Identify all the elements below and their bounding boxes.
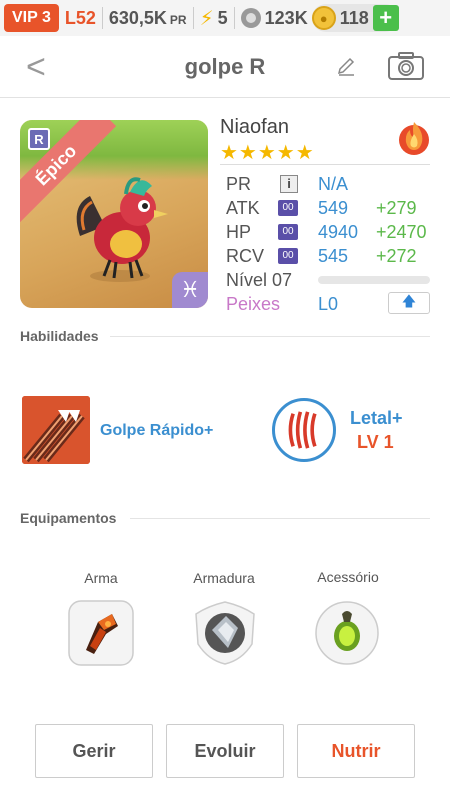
page-header: < golpe R	[0, 36, 450, 98]
info-icon[interactable]: i	[280, 175, 298, 193]
divider	[101, 7, 103, 29]
feed-button[interactable]: Nutrir	[297, 724, 415, 778]
stat-label: HP	[226, 221, 252, 242]
fire-element-icon	[399, 122, 429, 155]
coin-icon: ●	[311, 6, 336, 30]
passive-skill-name[interactable]: Letal+	[350, 408, 403, 429]
page-title: golpe R	[184, 53, 266, 79]
camera-icon[interactable]	[388, 52, 424, 80]
manage-button[interactable]: Gerir	[35, 724, 153, 778]
section-divider	[110, 336, 430, 337]
power-value: 630,5K PR	[109, 8, 187, 29]
stat-value: N/A	[318, 173, 349, 194]
lethal-claw-skill-icon[interactable]	[272, 398, 336, 462]
power-number: 630,5K	[108, 7, 167, 28]
food-icon	[240, 8, 261, 28]
stat-bonus: +272	[376, 245, 417, 266]
stat-label: ATK	[226, 197, 260, 218]
equipment-section-label: Equipamentos	[20, 510, 117, 526]
edit-icon[interactable]	[336, 56, 356, 76]
stat-grade-chip: 00	[278, 224, 298, 240]
status-bar: VIP 3 L52 630,5K PR ⚡ 5 123K ● 118 +	[0, 0, 450, 36]
stat-bonus: +2470	[376, 221, 427, 242]
evolve-button[interactable]: Evoluir	[166, 724, 284, 778]
divider	[233, 7, 235, 29]
armor-label: Armadura	[193, 570, 255, 586]
stat-row-fish: Peixes L0 🡅	[226, 292, 436, 316]
section-divider	[130, 518, 430, 519]
name-divider	[220, 164, 430, 165]
pisces-sign-icon: ♓	[172, 272, 208, 308]
level-label: Nível 07	[226, 269, 293, 290]
gold-counter: ● 118 +	[311, 4, 399, 32]
player-level: L52	[64, 7, 96, 28]
fish-value: L0	[318, 293, 339, 314]
skills-section-label: Habilidades	[20, 328, 99, 344]
stat-value: 545	[318, 245, 349, 266]
fish-label: Peixes	[226, 293, 281, 314]
stat-label: PR	[226, 173, 252, 194]
quick-strike-skill-icon[interactable]	[22, 396, 90, 464]
star-rating: ★★★★★	[220, 142, 315, 164]
add-gold-button[interactable]: +	[372, 5, 399, 31]
accessory-label: Acessório	[317, 569, 379, 585]
stat-grade-chip: 00	[278, 200, 298, 216]
active-skill-name[interactable]: Golpe Rápido+	[100, 422, 213, 440]
stat-grade-chip: 00	[278, 248, 298, 264]
level-progress-bar	[318, 276, 430, 284]
divider	[192, 7, 194, 29]
armor-slot-icon[interactable]	[192, 600, 258, 666]
rank-r-icon: R	[28, 128, 50, 150]
stat-label: RCV	[226, 245, 265, 266]
passive-skill-level: LV 1	[357, 432, 394, 452]
back-icon[interactable]: <	[26, 48, 46, 87]
food-value: 123K	[264, 7, 308, 28]
pet-portrait[interactable]: Épico R ♓	[20, 120, 208, 308]
stat-value: 549	[318, 197, 349, 218]
pet-name: Niaofan	[220, 116, 289, 138]
energy-icon: ⚡	[199, 7, 214, 30]
weapon-label: Arma	[84, 570, 118, 586]
power-unit: PR	[169, 12, 187, 27]
fish-upgrade-button[interactable]: 🡅	[388, 292, 430, 314]
stat-value: 4940	[318, 221, 359, 242]
weapon-slot-icon[interactable]	[68, 600, 134, 666]
stat-bonus: +279	[376, 197, 417, 218]
pet-bird-image	[76, 177, 168, 282]
stat-row-level: Nível 07	[226, 268, 436, 292]
energy-value: 5	[217, 7, 228, 28]
arrow-up-icon: 🡅	[401, 293, 417, 309]
gold-value: 118	[339, 7, 369, 28]
vip-badge[interactable]: VIP 3	[4, 4, 59, 32]
accessory-slot-icon[interactable]	[314, 600, 380, 666]
